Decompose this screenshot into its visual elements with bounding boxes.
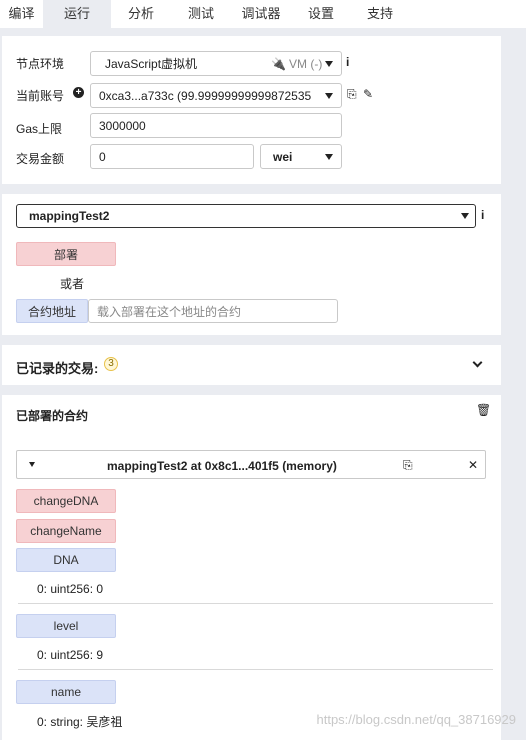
recorded-transactions-title: 已记录的交易: [16,361,99,376]
divider [18,603,493,604]
or-text: 或者 [60,277,85,291]
close-icon[interactable]: ✕ [468,459,478,471]
chevron-down-icon [325,61,333,67]
environment-value: JavaScript虚拟机 [105,57,198,71]
plus-circle-icon[interactable]: + [73,87,84,98]
change-name-button[interactable]: changeName [16,519,116,543]
chevron-down-icon [461,213,469,219]
deploy-button[interactable]: 部署 [16,242,116,266]
deploy-panel: mappingTest2 i 部署 或者 合约地址 载入部署在这个地址的合约 [2,194,501,335]
account-select[interactable]: 0xca3...a733c (99.9999999999987253​5 [90,83,342,108]
recorded-transactions-panel[interactable]: 已记录的交易: 3 [2,345,501,385]
environment-select[interactable]: JavaScript虚拟机 🔌 VM (-) [90,51,342,76]
deployed-contracts-title: 已部署的合约 [16,409,89,423]
amount-input[interactable]: 0 [90,144,254,169]
top-tab-bar: 编译 运行 分析 测试 调试器 设置 支持 [0,0,526,28]
env-label: 节点环境 [16,57,65,71]
change-dna-button[interactable]: changeDNA [16,489,116,513]
name-button[interactable]: name [16,680,116,704]
copy-icon[interactable]: ⎘ [347,88,357,100]
tab-support[interactable]: 支持 [351,0,409,28]
tab-debugger[interactable]: 调试器 [231,0,291,28]
unit-value: wei [273,149,293,164]
contract-instance-header[interactable]: mappingTest2 at 0x8c1...401f5 (memory) ⎘… [16,450,486,479]
amount-label: 交易金额 [16,152,65,166]
contract-instance-title: mappingTest2 at 0x8c1...401f5 (memory) [107,459,337,473]
tab-analysis[interactable]: 分析 [111,0,171,28]
unit-select[interactable]: wei [260,144,342,169]
level-button[interactable]: level [16,614,116,638]
deployed-contracts-panel: 已部署的合约 🗑 mappingTest2 at 0x8c1...401f5 (… [2,395,501,740]
account-value: 0xca3...a733c (99.9999999999987253​5 [99,88,312,103]
trash-icon[interactable]: 🗑 [476,404,491,416]
tab-settings[interactable]: 设置 [291,0,351,28]
watermark: https://blog.csdn.net/qq_38716929 [316,712,517,727]
at-address-button[interactable]: 合约地址 [16,299,88,323]
level-result: 0: uint256: 9 [37,648,104,662]
info-icon[interactable]: i [346,56,349,68]
tab-run[interactable]: 运行 [43,0,111,28]
transactions-count-badge: 3 [104,357,118,371]
divider [18,669,493,670]
name-result: 0: string: 吴彦祖 [37,715,123,729]
environment-suffix: VM (-) [289,56,323,71]
plug-icon: 🔌 [271,56,286,71]
edit-icon[interactable]: ✎ [363,88,373,100]
at-address-input[interactable]: 载入部署在这个地址的合约 [88,299,338,323]
caret-down-icon[interactable] [29,462,35,467]
gas-limit-label: Gas上限 [16,122,63,136]
copy-icon[interactable]: ⎘ [403,459,413,471]
chevron-down-icon [325,154,333,160]
tab-test[interactable]: 测试 [171,0,231,28]
info-icon[interactable]: i [481,209,484,221]
chevron-down-icon[interactable] [472,357,483,368]
tab-compile[interactable]: 编译 [0,0,43,28]
chevron-down-icon [325,93,333,99]
dna-button[interactable]: DNA [16,548,116,572]
gas-limit-input[interactable]: 3000000 [90,113,342,138]
environment-panel: 节点环境 JavaScript虚拟机 🔌 VM (-) i 当前账号 + 0xc… [2,36,501,184]
contract-select[interactable]: mappingTest2 [16,204,476,228]
account-label: 当前账号 [16,89,65,103]
contract-select-value: mappingTest2 [29,209,110,223]
dna-result: 0: uint256: 0 [37,582,104,596]
